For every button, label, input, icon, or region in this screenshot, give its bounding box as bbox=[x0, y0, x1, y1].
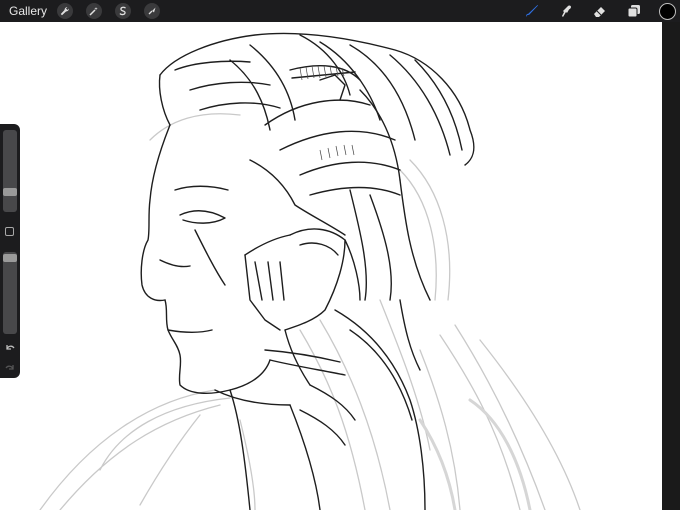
top-toolbar: Gallery bbox=[0, 0, 680, 22]
brush-icon bbox=[526, 5, 538, 17]
magic-wand-icon bbox=[89, 7, 98, 16]
color-picker-swatch[interactable] bbox=[659, 2, 676, 20]
layers-button[interactable] bbox=[625, 2, 643, 20]
rough-sketch-lines bbox=[39, 113, 581, 510]
eraser-icon bbox=[594, 7, 605, 17]
right-edge-strip bbox=[662, 22, 680, 510]
transform-arrow-icon bbox=[148, 7, 156, 15]
opacity-knob[interactable] bbox=[3, 254, 17, 262]
actions-button[interactable] bbox=[57, 3, 74, 19]
sketch-artwork bbox=[39, 32, 581, 510]
adjustments-button[interactable] bbox=[86, 3, 103, 19]
line-art-figure bbox=[140, 32, 475, 510]
smudge-icon bbox=[562, 5, 571, 17]
gallery-button[interactable]: Gallery bbox=[9, 4, 47, 18]
brush-size-knob[interactable] bbox=[3, 188, 17, 196]
redo-icon[interactable] bbox=[4, 362, 16, 374]
right-tools bbox=[523, 0, 680, 22]
wrench-icon bbox=[60, 7, 70, 16]
transform-button[interactable] bbox=[144, 3, 161, 19]
eraser-button[interactable] bbox=[591, 2, 609, 20]
opacity-slider[interactable] bbox=[3, 252, 17, 334]
layers-icon bbox=[627, 5, 640, 18]
left-sidebar bbox=[0, 124, 20, 378]
undo-icon[interactable] bbox=[4, 342, 16, 354]
smudge-button[interactable] bbox=[557, 2, 575, 20]
modify-button[interactable] bbox=[5, 227, 14, 236]
brush-button[interactable] bbox=[523, 2, 541, 20]
selection-button[interactable] bbox=[115, 3, 132, 19]
selection-s-icon bbox=[119, 6, 126, 16]
brush-size-slider[interactable] bbox=[3, 130, 17, 212]
drawing-canvas[interactable] bbox=[0, 22, 662, 510]
hatching-detail bbox=[299, 65, 355, 161]
